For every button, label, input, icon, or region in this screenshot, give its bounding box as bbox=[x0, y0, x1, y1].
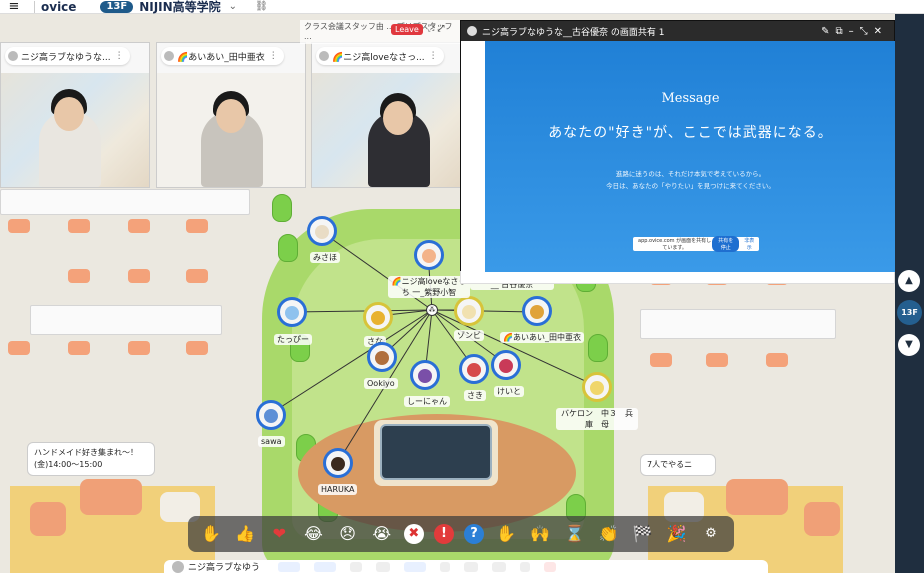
camera-icon[interactable] bbox=[314, 561, 337, 572]
divider bbox=[34, 0, 35, 13]
shared-main-text: あなたの"好き"が、ここでは武器になる。 bbox=[548, 125, 833, 141]
stop-sharing-button[interactable]: 共有を停止 bbox=[712, 236, 740, 252]
screen-share-icon[interactable] bbox=[404, 561, 427, 572]
avatar-sawa[interactable] bbox=[256, 400, 286, 430]
leave-button[interactable]: Leave bbox=[391, 24, 423, 35]
avatar-name-saki: さき bbox=[464, 390, 486, 401]
chat-icon[interactable] bbox=[440, 561, 451, 572]
shared-sub-text-1: 進路に迷うのは、それだけ本気で考えているから。 bbox=[615, 170, 766, 178]
avatar-satchi[interactable] bbox=[414, 240, 444, 270]
sharing-toast: app.ovice.com が画面を共有しています。 共有を停止 非表示 bbox=[633, 236, 759, 252]
shared-screen-content: Message あなたの"好き"が、ここでは武器になる。 進路に迷うのは、それだ… bbox=[485, 41, 896, 272]
exit-icon[interactable] bbox=[544, 561, 557, 572]
cry-icon[interactable]: 😭 bbox=[370, 522, 394, 546]
avatar-name-haruka: HARUKA bbox=[318, 484, 358, 495]
video-tile-1[interactable]: ニジ高ラブなゆうな... ⋮ bbox=[0, 42, 150, 188]
video-tile-label: 🌈ニジ高loveなさっ... ⋮ bbox=[316, 47, 444, 65]
link-icon[interactable]: ⛓ bbox=[255, 1, 268, 12]
video-tile-label: ニジ高ラブなゆうな... ⋮ bbox=[5, 47, 130, 65]
heart-icon[interactable]: ❤ bbox=[267, 522, 291, 546]
laugh-icon[interactable]: 😂 bbox=[301, 522, 325, 546]
avatar-aiai[interactable] bbox=[522, 296, 552, 326]
question-icon[interactable]: ? bbox=[464, 524, 485, 544]
shared-heading: Message bbox=[661, 91, 720, 106]
event-note-seven[interactable]: 7人でやるニ bbox=[640, 454, 716, 476]
more-icon[interactable] bbox=[520, 561, 531, 572]
avatar-ookiyo[interactable] bbox=[367, 342, 397, 372]
avatar-keito[interactable] bbox=[491, 350, 521, 380]
avatar-name-keito: けいと bbox=[494, 386, 524, 397]
raise-hand-icon[interactable]: ✋ bbox=[199, 522, 223, 546]
hamburger-menu-icon[interactable]: ≡ bbox=[0, 0, 28, 13]
screen-share-title: ニジ高ラブなゆうな__古谷優奈 の画面共有 1 bbox=[482, 27, 665, 38]
avatar-shinyan[interactable] bbox=[410, 360, 440, 390]
raised-hands-icon[interactable]: 🙌 bbox=[528, 522, 552, 546]
search-icon[interactable] bbox=[376, 561, 391, 572]
avatar-tappi[interactable] bbox=[277, 297, 307, 327]
user-icon bbox=[467, 26, 477, 36]
avatar-name-sawa: sawa bbox=[258, 436, 285, 447]
more-icon[interactable]: ⋮ bbox=[115, 51, 124, 61]
avatar-name-misaho: みさほ bbox=[310, 252, 340, 263]
wave-icon[interactable]: ✋ bbox=[494, 522, 518, 546]
more-icon[interactable]: ⋮ bbox=[269, 51, 278, 61]
emoji-icon[interactable] bbox=[492, 561, 507, 572]
user-icon bbox=[319, 51, 329, 61]
window-controls[interactable]: ✎⧉–⤡✕ bbox=[821, 26, 888, 37]
floor-badge[interactable]: 13F bbox=[100, 0, 134, 13]
fullscreen-icon[interactable]: ⤢ bbox=[437, 24, 444, 34]
hourglass-icon[interactable]: ⌛ bbox=[562, 522, 586, 546]
user-icon bbox=[164, 51, 174, 61]
people-icon[interactable] bbox=[464, 561, 479, 572]
ovice-logo[interactable]: ovice bbox=[41, 0, 76, 14]
hide-button[interactable]: 非表示 bbox=[743, 237, 755, 251]
expand-icon[interactable]: ⛶ bbox=[428, 24, 434, 34]
bottom-toolbar: ニジ高ラブなゆう bbox=[164, 560, 768, 573]
settings-icon[interactable] bbox=[350, 561, 363, 572]
avatar-name-tappi: たっぴー bbox=[274, 334, 312, 345]
mic-icon[interactable] bbox=[278, 561, 301, 572]
avatar-name-aiai: 🌈あいあい_田中亜衣 bbox=[500, 332, 584, 343]
video-tile-2[interactable]: 🌈あいあい_田中亜衣 ⋮ bbox=[156, 42, 306, 188]
my-name[interactable]: ニジ高ラブなゆう bbox=[188, 560, 260, 573]
event-note-handmade[interactable]: ハンドメイド好き集まれ〜！ (金)14:00〜15:00 bbox=[27, 442, 155, 476]
reaction-bar: ✋ 👍 ❤ 😂 😞 😭 ✖ ! ? ✋ 🙌 ⌛ 👏 🏁 🎉 ⚙ bbox=[188, 516, 734, 552]
sad-icon[interactable]: 😞 bbox=[336, 522, 360, 546]
avatar-name-zombie: ゾンビ bbox=[454, 330, 484, 341]
avatar-sana[interactable] bbox=[363, 302, 393, 332]
avatar-name-bakeron: バケロン 中３ 兵 庫 母 bbox=[556, 408, 638, 430]
clap-icon[interactable]: 👏 bbox=[597, 522, 621, 546]
video-tile-3[interactable]: 🌈ニジ高loveなさっ... ⋮ bbox=[311, 42, 461, 188]
avatar[interactable] bbox=[172, 560, 184, 573]
user-icon bbox=[8, 51, 18, 61]
floor-navigator: ▲ 13F ▼ bbox=[895, 14, 924, 573]
space-name[interactable]: NIJIN高等学院 bbox=[139, 0, 220, 15]
avatar-zombie[interactable] bbox=[454, 296, 484, 326]
current-floor-badge[interactable]: 13F bbox=[897, 300, 922, 325]
screen-share-window[interactable]: ニジ高ラブなゆうな__古谷優奈 の画面共有 1 ✎⧉–⤡✕ Message あな… bbox=[460, 20, 896, 272]
avatar-name-satchi: 🌈ニジ高loveなさっち 一_紫野小智 bbox=[388, 276, 470, 298]
flag-icon[interactable]: 🏁 bbox=[631, 522, 655, 546]
exclamation-icon[interactable]: ! bbox=[433, 524, 454, 544]
shared-sub-text-2: 今日は、あなたの「やりたい」を見つけに来てください。 bbox=[606, 182, 775, 190]
tile-controls[interactable]: ⛶ ⤢ bbox=[428, 24, 444, 34]
party-icon[interactable]: 🎉 bbox=[665, 522, 689, 546]
avatar-haruka[interactable] bbox=[323, 448, 353, 478]
top-bar: ≡ ovice 13F NIJIN高等学院 ⌄ ⛓ bbox=[0, 0, 924, 14]
floor-down-button[interactable]: ▼ bbox=[898, 334, 920, 356]
group-hub-icon[interactable]: ⁂ bbox=[426, 304, 438, 316]
screen-share-titlebar: ニジ高ラブなゆうな__古谷優奈 の画面共有 1 ✎⧉–⤡✕ bbox=[461, 21, 894, 41]
avatar-bakeron[interactable] bbox=[582, 372, 612, 402]
avatar-name-shinyan: しーにゃん bbox=[404, 396, 450, 407]
avatar-misaho[interactable] bbox=[307, 216, 337, 246]
avatar-name-ookiyo: Ookiyo bbox=[364, 378, 398, 389]
floor-up-button[interactable]: ▲ bbox=[898, 270, 920, 292]
more-icon[interactable]: ⋮ bbox=[429, 51, 438, 61]
thumbs-up-icon[interactable]: 👍 bbox=[233, 522, 257, 546]
avatar-saki[interactable] bbox=[459, 354, 489, 384]
settings-gear-icon[interactable]: ⚙ bbox=[699, 522, 723, 546]
video-tile-label: 🌈あいあい_田中亜衣 ⋮ bbox=[161, 47, 284, 65]
close-icon[interactable]: ✖ bbox=[403, 524, 424, 544]
chevron-down-icon[interactable]: ⌄ bbox=[229, 1, 237, 12]
